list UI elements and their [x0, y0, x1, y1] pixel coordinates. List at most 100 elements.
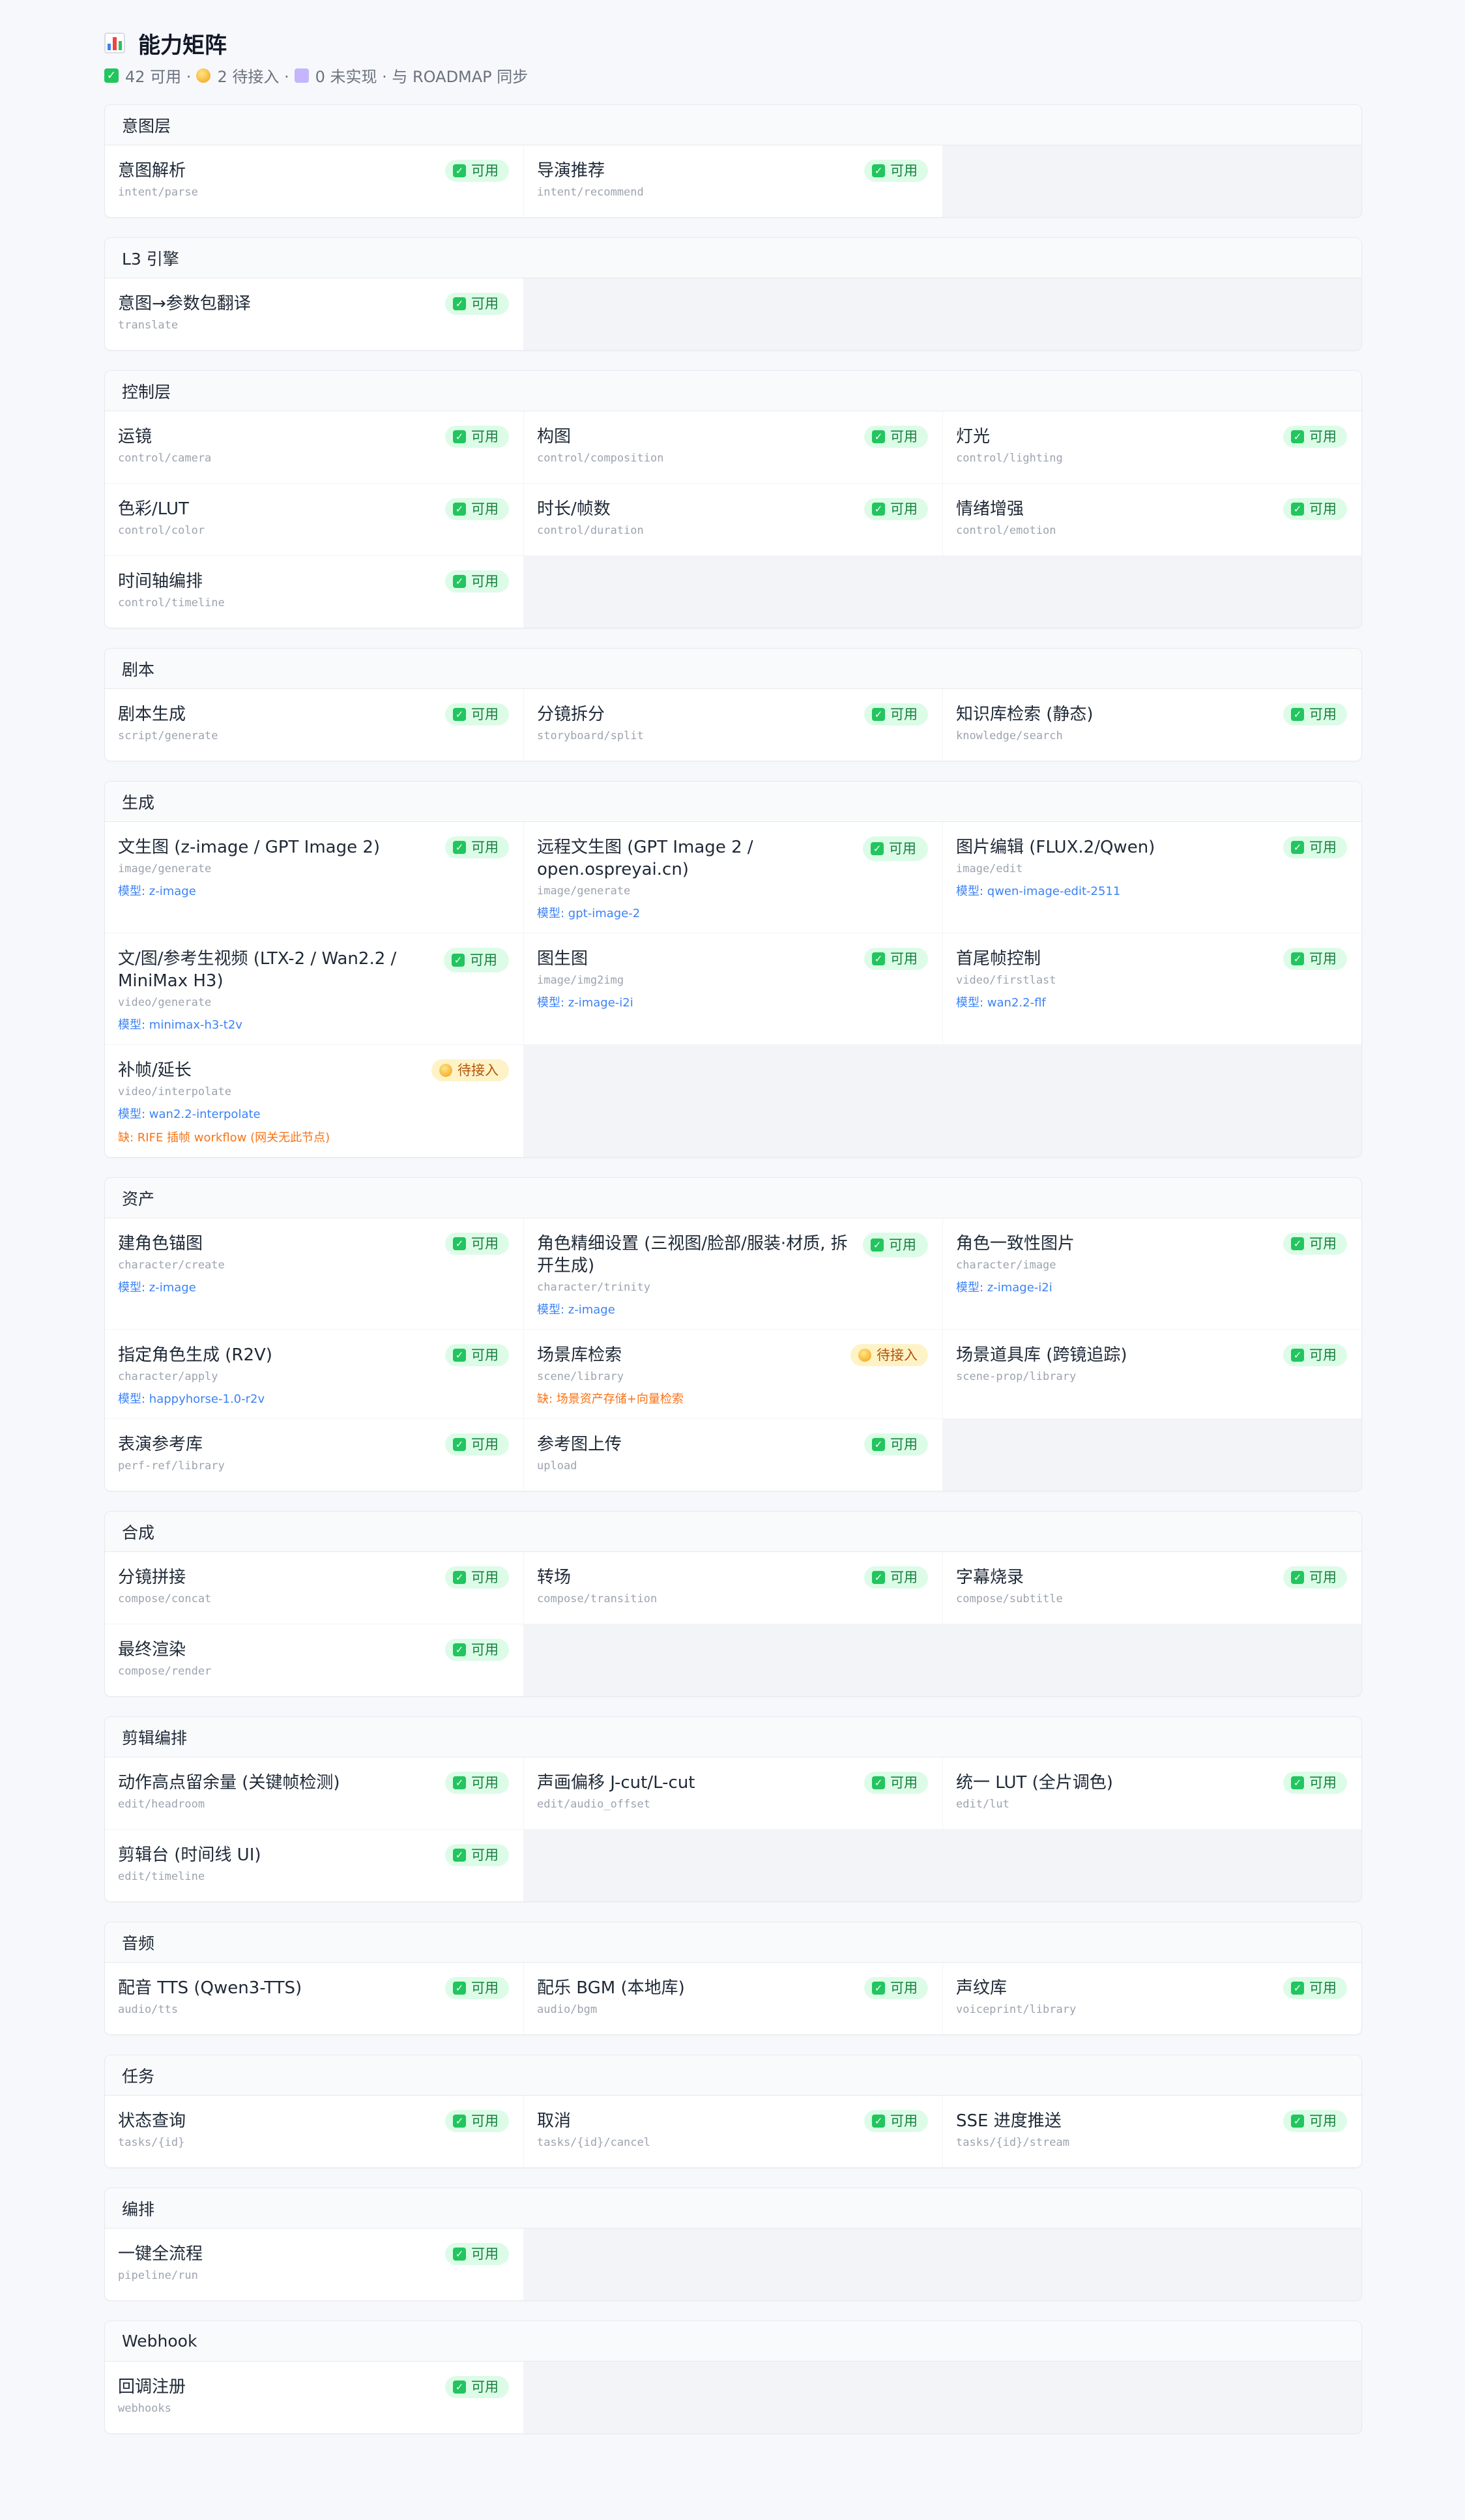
- status-badge: ✓ 可用: [864, 498, 928, 520]
- capability-card[interactable]: 最终渲染 ✓ 可用 compose/render: [105, 1624, 523, 1696]
- check-icon: ✓: [872, 1776, 885, 1789]
- capability-section: 控制层 运镜 ✓ 可用 control/camera 构图 ✓ 可用 control/compo…: [104, 370, 1362, 628]
- capability-card[interactable]: 情绪增强 ✓ 可用 control/emotion: [943, 484, 1361, 555]
- check-icon: ✓: [453, 2381, 466, 2394]
- status-label: 可用: [471, 2113, 499, 2129]
- capability-section: 剧本 剧本生成 ✓ 可用 script/generate 分镜拆分 ✓ 可用 storyboar…: [104, 648, 1362, 761]
- capability-card[interactable]: 一键全流程 ✓ 可用 pipeline/run: [105, 2229, 523, 2300]
- capability-grid: 建角色锚图 ✓ 可用 character/create 模型: z-image 角色精细设…: [105, 1218, 1361, 1491]
- capability-card[interactable]: 回调注册 ✓ 可用 webhooks: [105, 2362, 523, 2433]
- api-path: character/create: [118, 1259, 225, 1272]
- check-icon: ✓: [453, 503, 466, 516]
- status-label: 待接入: [457, 1062, 499, 1078]
- capability-card[interactable]: 远程文生图 (GPT Image 2 / open.ospreyai.cn) ✓ 可…: [524, 822, 942, 933]
- capability-section: 编排 一键全流程 ✓ 可用 pipeline/run: [104, 2188, 1362, 2301]
- status-badge: ✓ 可用: [864, 1772, 928, 1794]
- capability-name: 灯光: [956, 427, 991, 447]
- capability-name: 一键全流程: [118, 2244, 203, 2264]
- capability-card[interactable]: 建角色锚图 ✓ 可用 character/create 模型: z-image: [105, 1218, 523, 1329]
- card-header: 最终渲染 ✓ 可用: [118, 1639, 509, 1661]
- check-icon: ✓: [453, 1849, 466, 1862]
- capability-card[interactable]: 意图解析 ✓ 可用 intent/parse: [105, 145, 523, 217]
- status-badge: ✓ 可用: [864, 1566, 928, 1589]
- status-badge: ✓ 可用: [445, 426, 509, 448]
- capability-card[interactable]: 时长/帧数 ✓ 可用 control/duration: [524, 484, 942, 555]
- api-path: translate: [118, 319, 179, 332]
- status-badge: ✓ 可用: [445, 1639, 509, 1661]
- capability-name: 字幕烧录: [956, 1568, 1024, 1587]
- capability-card[interactable]: 构图 ✓ 可用 control/composition: [524, 411, 942, 483]
- capability-card[interactable]: 分镜拆分 ✓ 可用 storyboard/split: [524, 689, 942, 761]
- api-path: audio/bgm: [537, 2003, 598, 2016]
- status-label: 可用: [471, 2246, 499, 2262]
- check-icon: ✓: [872, 952, 885, 965]
- api-path: pipeline/run: [118, 2269, 198, 2282]
- capability-card[interactable]: 导演推荐 ✓ 可用 intent/recommend: [524, 145, 942, 217]
- section-title: L3 引擎: [105, 238, 1361, 278]
- status-label: 可用: [471, 1847, 499, 1863]
- capability-card[interactable]: 剧本生成 ✓ 可用 script/generate: [105, 689, 523, 761]
- capability-name: 分镜拆分: [537, 705, 605, 724]
- card-header: 参考图上传 ✓ 可用: [537, 1433, 928, 1456]
- status-badge: ✓ 可用: [444, 948, 509, 973]
- status-label: 可用: [471, 1570, 499, 1585]
- status-badge: ✓ 可用: [445, 1566, 509, 1589]
- capability-card[interactable]: SSE 进度推送 ✓ 可用 tasks/{id}/stream: [943, 2096, 1361, 2167]
- status-badge: ✓ 可用: [445, 2243, 509, 2265]
- capability-card[interactable]: 首尾帧控制 ✓ 可用 video/firstlast 模型: wan2.2-flf: [943, 933, 1361, 1044]
- capability-card[interactable]: 配音 TTS (Qwen3-TTS) ✓ 可用 audio/tts: [105, 1963, 523, 2034]
- capability-card[interactable]: 补帧/延长 待接入 video/interpolate 模型: wan2.2-inte…: [105, 1045, 523, 1157]
- capability-grid: 一键全流程 ✓ 可用 pipeline/run: [105, 2229, 1361, 2300]
- capability-card[interactable]: 剪辑台 (时间线 UI) ✓ 可用 edit/timeline: [105, 1830, 523, 1901]
- capability-card[interactable]: 文/图/参考生视频 (LTX-2 / Wan2.2 / MiniMax H3) ✓…: [105, 933, 523, 1044]
- api-path: edit/lut: [956, 1798, 1009, 1811]
- api-path: character/image: [956, 1259, 1056, 1272]
- capability-card[interactable]: 色彩/LUT ✓ 可用 control/color: [105, 484, 523, 555]
- api-path: tasks/{id}: [118, 2136, 185, 2149]
- capability-card[interactable]: 意图→参数包翻译 ✓ 可用 translate: [105, 278, 523, 350]
- capability-card[interactable]: 角色精细设置 (三视图/脸部/服装·材质, 拆开生成) ✓ 可用 character/…: [524, 1218, 942, 1329]
- status-label: 可用: [471, 296, 499, 312]
- status-badge: ✓ 可用: [1283, 426, 1347, 448]
- card-header: 转场 ✓ 可用: [537, 1566, 928, 1589]
- capability-name: 运镜: [118, 427, 152, 447]
- status-label: 可用: [471, 1437, 499, 1452]
- capability-card[interactable]: 时间轴编排 ✓ 可用 control/timeline: [105, 556, 523, 628]
- capability-card[interactable]: 灯光 ✓ 可用 control/lighting: [943, 411, 1361, 483]
- capability-card[interactable]: 文生图 (z-image / GPT Image 2) ✓ 可用 image/gene…: [105, 822, 523, 933]
- capability-card[interactable]: 字幕烧录 ✓ 可用 compose/subtitle: [943, 1552, 1361, 1624]
- capability-card[interactable]: 参考图上传 ✓ 可用 upload: [524, 1419, 942, 1491]
- capability-card[interactable]: 表演参考库 ✓ 可用 perf-ref/library: [105, 1419, 523, 1491]
- card-header: 色彩/LUT ✓ 可用: [118, 498, 509, 520]
- capability-card[interactable]: 动作高点留余量 (关键帧检测) ✓ 可用 edit/headroom: [105, 1757, 523, 1829]
- card-header: 配音 TTS (Qwen3-TTS) ✓ 可用: [118, 1977, 509, 1999]
- capability-card[interactable]: 角色一致性图片 ✓ 可用 character/image 模型: z-image-i2i: [943, 1218, 1361, 1329]
- capability-card[interactable]: 分镜拼接 ✓ 可用 compose/concat: [105, 1552, 523, 1624]
- capability-card[interactable]: 场景库检索 待接入 scene/library 缺: 场景资产存储+向量检索: [524, 1330, 942, 1418]
- status-badge: ✓ 可用: [1283, 836, 1347, 858]
- capability-card[interactable]: 转场 ✓ 可用 compose/transition: [524, 1552, 942, 1624]
- capability-name: 文/图/参考生视频 (LTX-2 / Wan2.2 / MiniMax H3): [118, 949, 397, 991]
- capability-card[interactable]: 运镜 ✓ 可用 control/camera: [105, 411, 523, 483]
- status-label: 可用: [890, 1570, 918, 1585]
- capability-card[interactable]: 声纹库 ✓ 可用 voiceprint/library: [943, 1963, 1361, 2034]
- empty-cell: [943, 2362, 1361, 2433]
- capability-card[interactable]: 图片编辑 (FLUX.2/Qwen) ✓ 可用 image/edit 模型: qwen-…: [943, 822, 1361, 933]
- capability-card[interactable]: 状态查询 ✓ 可用 tasks/{id}: [105, 2096, 523, 2167]
- capability-card[interactable]: 图生图 ✓ 可用 image/img2img 模型: z-image-i2i: [524, 933, 942, 1044]
- api-path: voiceprint/library: [956, 2003, 1077, 2016]
- api-path: video/firstlast: [956, 974, 1056, 987]
- capability-card[interactable]: 场景道具库 (跨镜追踪) ✓ 可用 scene-prop/library: [943, 1330, 1361, 1418]
- capability-card[interactable]: 配乐 BGM (本地库) ✓ 可用 audio/bgm: [524, 1963, 942, 2034]
- capability-card[interactable]: 指定角色生成 (R2V) ✓ 可用 character/apply 模型: happyh…: [105, 1330, 523, 1418]
- model-label: 模型: z-image: [537, 1303, 615, 1317]
- api-path: script/generate: [118, 729, 218, 742]
- capability-card[interactable]: 取消 ✓ 可用 tasks/{id}/cancel: [524, 2096, 942, 2167]
- capability-card[interactable]: 声画偏移 J-cut/L-cut ✓ 可用 edit/audio_offset: [524, 1757, 942, 1829]
- card-header: 灯光 ✓ 可用: [956, 426, 1347, 448]
- status-badge: ✓ 可用: [1283, 498, 1347, 520]
- check-icon: ✓: [453, 297, 466, 310]
- check-icon: ✓: [1291, 430, 1304, 443]
- capability-card[interactable]: 知识库检索 (静态) ✓ 可用 knowledge/search: [943, 689, 1361, 761]
- capability-card[interactable]: 统一 LUT (全片调色) ✓ 可用 edit/lut: [943, 1757, 1361, 1829]
